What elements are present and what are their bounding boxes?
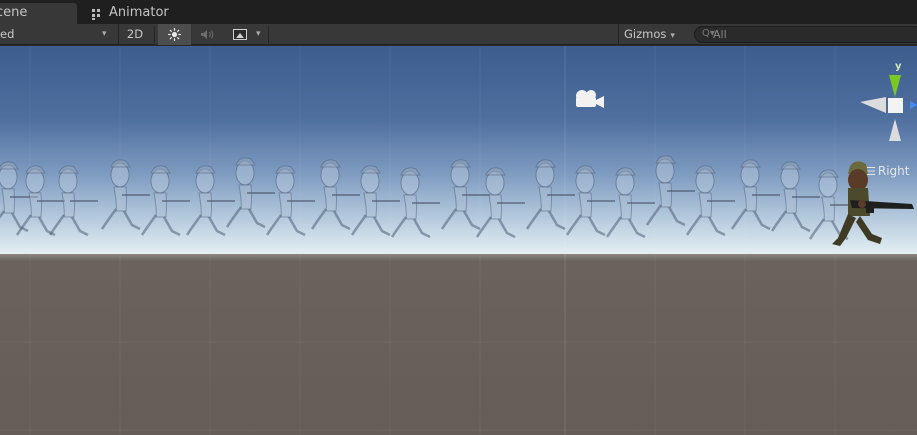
tab-animator[interactable]: Animator bbox=[90, 3, 200, 24]
2d-toggle-button[interactable]: 2D bbox=[118, 24, 151, 45]
audio-toggle-button[interactable] bbox=[193, 24, 223, 45]
scene-toolbar: ed ▾ 2D ▾ Gizmos ▾ Q▾ bbox=[0, 24, 917, 45]
scene-orientation-gizmo[interactable]: y bbox=[856, 61, 917, 146]
search-input[interactable] bbox=[713, 27, 903, 42]
dropdown-arrow-icon: ▾ bbox=[256, 29, 261, 39]
shading-mode-label: ed bbox=[0, 27, 15, 41]
dropdown-arrow-icon: ▾ bbox=[670, 31, 675, 41]
ghost-frames bbox=[0, 154, 860, 241]
soldier-character[interactable] bbox=[826, 160, 917, 252]
tab-scene[interactable]: cene bbox=[0, 3, 77, 24]
camera-icon bbox=[576, 90, 604, 108]
scene-search-field[interactable]: Q▾ bbox=[694, 26, 917, 43]
effects-dropdown-button[interactable]: ▾ bbox=[226, 24, 268, 45]
gizmos-label: Gizmos bbox=[624, 27, 667, 41]
shading-mode-dropdown[interactable]: ed ▾ bbox=[0, 24, 118, 45]
lighting-toggle-button[interactable] bbox=[158, 24, 191, 45]
sun-icon bbox=[168, 28, 181, 41]
tab-bar: cene Animator bbox=[0, 0, 917, 24]
gizmos-dropdown[interactable]: Gizmos ▾ bbox=[618, 24, 690, 45]
audio-icon bbox=[201, 30, 214, 39]
toolbar-divider bbox=[154, 26, 155, 43]
axis-y-label: y bbox=[895, 61, 902, 72]
toolbar-divider bbox=[268, 26, 269, 43]
ground-plane bbox=[0, 254, 917, 435]
dropdown-arrow-icon: ▾ bbox=[102, 29, 107, 39]
tab-scene-label: cene bbox=[0, 5, 28, 20]
scene-viewport[interactable]: y ☰ Right bbox=[0, 46, 917, 435]
onion-skin-frames bbox=[0, 154, 860, 241]
animator-icon bbox=[92, 9, 102, 20]
effects-icon bbox=[233, 29, 247, 40]
tab-animator-label: Animator bbox=[109, 5, 169, 20]
